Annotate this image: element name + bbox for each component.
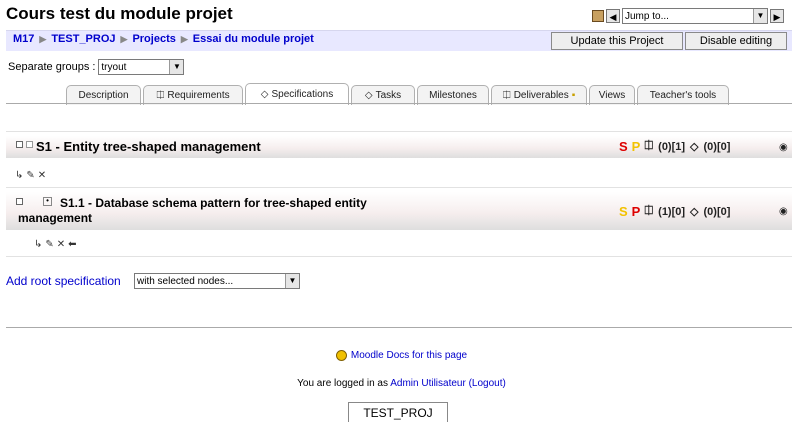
page-title: Cours test du module projet [6,4,233,23]
delete-icon[interactable]: ✕ [57,239,65,250]
bullet-icon: • [43,197,52,206]
tab-label: Deliverables [513,90,569,101]
delete-icon[interactable]: ✕ [38,170,46,181]
chevron-down-icon: ▼ [285,274,299,288]
deliverable-icon: ⎅ [502,90,511,101]
lock-icon: ▪ [571,90,576,101]
groups-control: Separate groups: tryout ▼ [8,59,185,75]
groups-label: Separate groups [8,61,90,73]
tab-teachers-tools[interactable]: Teacher's tools [637,85,729,105]
spec-title[interactable]: S1.1 - Database schema pattern for tree-… [60,196,367,210]
breadcrumb-sep-icon: ▶ [180,33,188,44]
diamond-icon: ◇ [364,90,373,101]
docs-link-row: Moodle Docs for this page [0,350,803,361]
spec-row: • S1.1 - Database schema pattern for tre… [6,187,792,257]
groups-value: tryout [101,61,127,73]
tab-specifications[interactable]: ◇ Specifications [245,83,349,105]
jump-to-value: Jump to... [625,10,669,22]
tab-requirements[interactable]: ⎅ Requirements [143,85,243,105]
breadcrumb-sep-icon: ▶ [120,33,128,44]
requirement-icon: ⎅ [156,90,165,101]
edit-icon[interactable]: ✎ [26,170,34,181]
update-project-button[interactable]: Update this Project [551,32,683,50]
tab-milestones[interactable]: Milestones [417,85,489,105]
breadcrumb: M17 ▶ TEST_PROJ ▶ Projects ▶ Essai du mo… [13,33,314,45]
chevron-down-icon: ▼ [753,9,767,23]
breadcrumb-project[interactable]: Essai du module projet [193,33,314,45]
with-selected-value: with selected nodes... [137,275,234,287]
tab-label: Milestones [429,90,477,101]
tab-description[interactable]: Description [66,85,141,105]
tab-bar: Description ⎅ Requirements ◇ Specificati… [66,83,731,105]
tab-label: Specifications [271,89,334,100]
tab-label: Tasks [375,90,402,101]
spec-requirement-count: (0)[1] [658,140,686,153]
footer-divider [6,327,792,328]
requirement-icon: ⎅ [644,205,654,217]
spec-task-count: (0)[0] [703,205,731,218]
spec-priority-badge: P [631,204,641,219]
move-left-icon[interactable]: ⬅ [68,239,76,250]
jump-to-nav: ◀ Jump to... ▼ ▶ [592,8,784,24]
tab-divider [6,103,792,104]
requirement-icon: ⎅ [644,140,654,152]
spec-select-checkbox[interactable] [16,141,23,148]
edit-icon[interactable]: ✎ [45,239,53,250]
spec-select-checkbox[interactable] [16,198,23,205]
moodle-docs-icon [335,350,347,361]
spec-priority-badge: P [631,139,641,154]
logged-in-text: You are logged in as [297,378,388,389]
tab-label: Requirements [167,90,230,101]
breadcrumb-sep-icon: ▶ [39,33,47,44]
next-arrow-icon[interactable]: ▶ [770,9,784,23]
add-child-icon[interactable]: ↳ [15,170,23,181]
breadcrumb-projects[interactable]: Projects [132,33,175,45]
tab-label: Views [598,90,626,101]
spec-task-count: (0)[0] [703,140,731,153]
diamond-icon: ◇ [690,141,699,153]
user-link[interactable]: Admin Utilisateur [390,378,466,389]
login-info: You are logged in as Admin Utilisateur (… [0,378,803,389]
tab-deliverables[interactable]: ⎅ Deliverables ▪ [491,85,587,105]
logout-link[interactable]: (Logout) [469,378,506,389]
add-child-icon[interactable]: ↳ [34,239,42,250]
spec-severity-badge: S [619,204,628,219]
breadcrumb-test-proj[interactable]: TEST_PROJ [51,33,115,45]
spec-collapse-icon[interactable] [26,141,33,148]
tab-label: Teacher's tools [649,90,717,101]
spec-tools: ↳ ✎ ✕ [15,170,46,181]
spec-title[interactable]: S1 - Entity tree-shaped management [36,139,261,154]
eye-icon[interactable]: ◉ [779,206,788,217]
tab-tasks[interactable]: ◇ Tasks [351,85,415,105]
diamond-icon: ◇ [690,206,699,218]
spec-severity-badge: S [619,139,628,154]
spec-tools: ↳ ✎ ✕ ⬅ [34,239,77,250]
chevron-down-icon: ▼ [169,60,184,74]
course-home-link[interactable]: TEST_PROJ [348,402,448,422]
chart-icon[interactable] [592,10,604,22]
breadcrumb-m17[interactable]: M17 [13,33,34,45]
tab-label: Description [78,90,129,101]
disable-editing-button[interactable]: Disable editing [685,32,787,50]
groups-select[interactable]: tryout ▼ [98,59,185,75]
moodle-docs-link[interactable]: Moodle Docs for this page [351,350,467,361]
prev-arrow-icon[interactable]: ◀ [606,9,620,23]
eye-icon[interactable]: ◉ [779,142,788,153]
add-root-specification-link[interactable]: Add root specification [6,274,121,288]
with-selected-select[interactable]: with selected nodes... ▼ [134,273,300,289]
tab-views[interactable]: Views [589,85,635,105]
diamond-icon: ◇ [260,89,269,100]
spec-title-continued[interactable]: management [18,211,92,225]
spec-requirement-count: (1)[0] [658,205,686,218]
spec-row: S1 - Entity tree-shaped management S P ⎅… [6,131,792,188]
jump-to-select[interactable]: Jump to... ▼ [622,8,768,24]
